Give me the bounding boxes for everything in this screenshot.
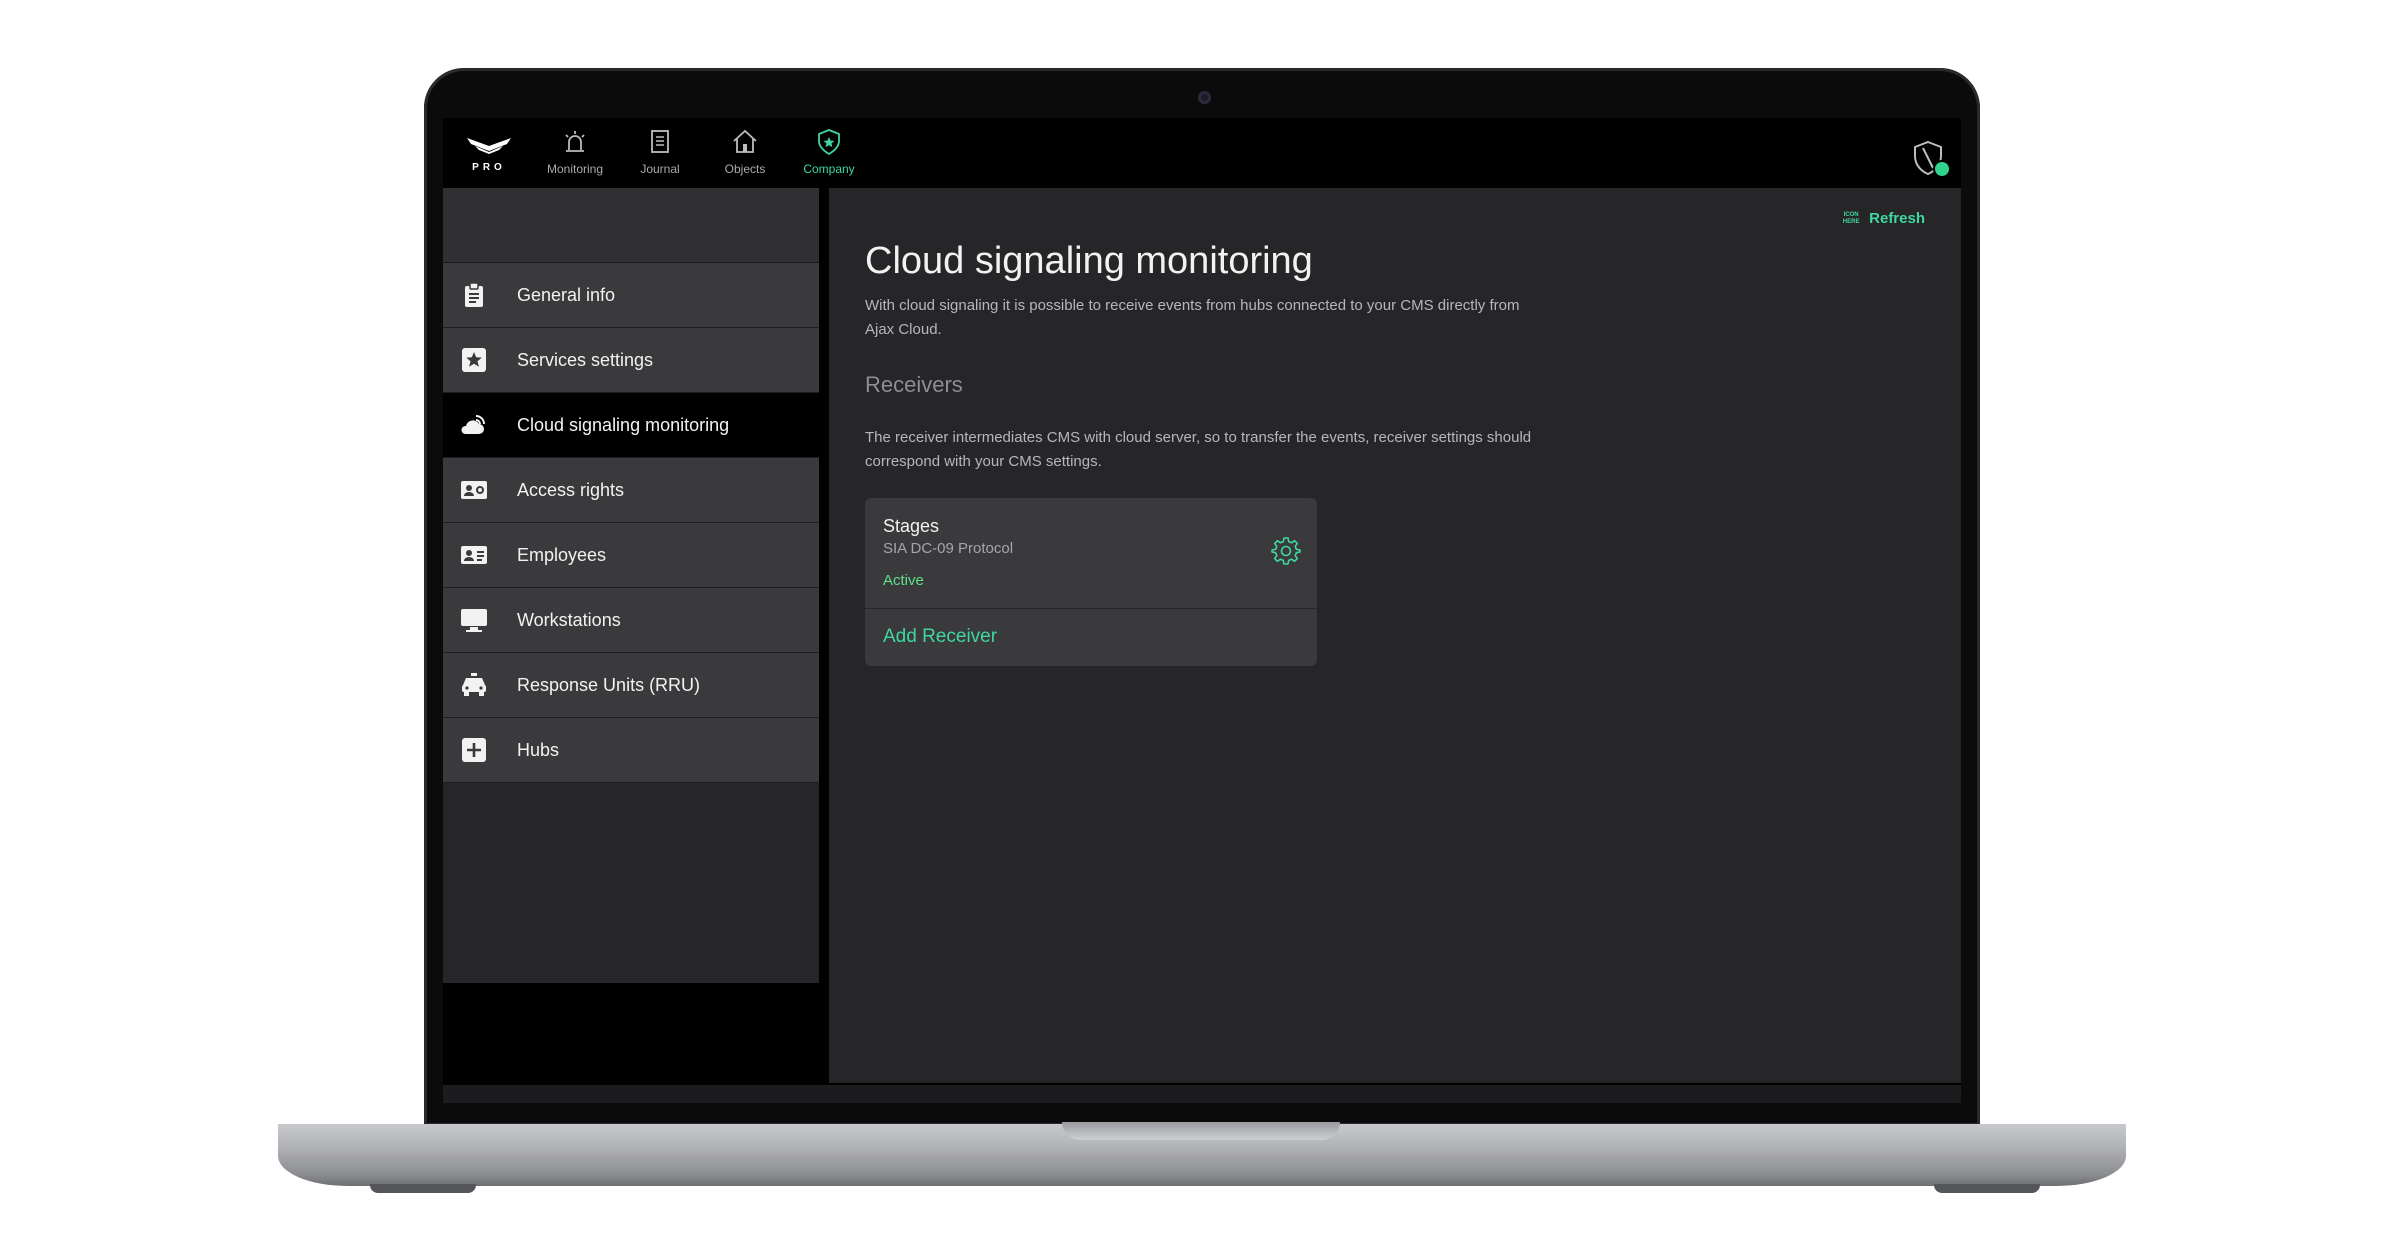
nav-label: Objects xyxy=(724,162,766,176)
refresh-label: Refresh xyxy=(1869,210,1925,227)
sidebar-item-services-settings[interactable]: Services settings xyxy=(443,328,819,393)
sidebar-item-label: Access rights xyxy=(517,479,625,500)
sidebar-item-label: Employees xyxy=(517,544,607,565)
nav-monitoring[interactable]: Monitoring xyxy=(533,128,617,184)
receivers-heading: Receivers xyxy=(865,372,963,397)
sidebar-item-label: Hubs xyxy=(517,739,560,760)
sidebar-item-label: Response Units (RRU) xyxy=(517,674,701,695)
receiver-name: Stages xyxy=(883,516,940,536)
refresh-icon: ICON HERE xyxy=(1842,211,1860,225)
receiver-item[interactable]: Stages SIA DC-09 Protocol Active xyxy=(865,498,1317,609)
employee-card-icon xyxy=(459,540,489,570)
id-card-icon xyxy=(459,475,489,505)
receiver-protocol: SIA DC-09 Protocol xyxy=(883,540,1014,557)
sidebar-header xyxy=(443,188,819,263)
journal-icon xyxy=(651,130,669,153)
sidebar-item-label: Workstations xyxy=(517,609,621,630)
receiver-card: Stages SIA DC-09 Protocol Active Add Rec… xyxy=(865,498,1317,666)
nav-label: Company xyxy=(803,162,855,176)
page-title: Cloud signaling monitoring xyxy=(865,240,1313,282)
sidebar: General info Services settings Cloud sig… xyxy=(443,188,819,983)
nav-company[interactable]: Company xyxy=(787,128,871,184)
sidebar-item-hubs[interactable]: Hubs xyxy=(443,718,819,783)
home-icon xyxy=(733,129,757,153)
siren-icon xyxy=(565,131,585,152)
page-description: With cloud signaling it is possible to r… xyxy=(865,297,1520,338)
app-screen: PRO Monitoring Journal Objects Company G… xyxy=(443,118,1961,1103)
car-icon xyxy=(459,670,489,700)
ajax-logo[interactable]: PRO xyxy=(461,132,517,182)
laptop-notch xyxy=(1062,1122,1340,1140)
sidebar-item-employees[interactable]: Employees xyxy=(443,523,819,588)
refresh-button[interactable]: ICON HERE Refresh xyxy=(1841,210,1925,227)
sidebar-item-access-rights[interactable]: Access rights xyxy=(443,458,819,523)
receivers-description: The receiver intermediates CMS with clou… xyxy=(865,429,1532,470)
screen-bottom-bar xyxy=(443,1085,1961,1103)
shield-star-icon xyxy=(818,129,840,156)
sidebar-item-workstations[interactable]: Workstations xyxy=(443,588,819,653)
monitor-icon xyxy=(459,605,489,635)
plus-square-icon xyxy=(459,735,489,765)
gear-icon[interactable] xyxy=(1271,536,1301,566)
laptop-foot-right xyxy=(1934,1184,2040,1193)
sidebar-item-label: General info xyxy=(517,284,616,305)
nav-objects[interactable]: Objects xyxy=(703,128,787,184)
sidebar-item-label: Services settings xyxy=(517,349,654,370)
top-navigation: PRO Monitoring Journal Objects Company xyxy=(443,118,1961,188)
camera-icon xyxy=(1198,91,1211,104)
sidebar-item-label: Cloud signaling monitoring xyxy=(517,414,730,435)
nav-label: Journal xyxy=(640,162,680,176)
sidebar-item-response-units[interactable]: Response Units (RRU) xyxy=(443,653,819,718)
cloud-signal-icon xyxy=(459,410,489,440)
sidebar-item-cloud-signaling[interactable]: Cloud signaling monitoring xyxy=(443,393,819,458)
laptop-foot-left xyxy=(370,1184,476,1193)
nav-label: Monitoring xyxy=(546,162,604,176)
logo-label: PRO xyxy=(472,162,506,173)
main-panel: ICON HERE Refresh Cloud signaling monito… xyxy=(829,188,1961,1083)
receiver-status: Active xyxy=(883,572,924,589)
star-icon xyxy=(459,345,489,375)
clipboard-icon xyxy=(459,280,489,310)
nav-journal[interactable]: Journal xyxy=(618,128,702,184)
connection-status-dot xyxy=(1935,162,1949,176)
sidebar-item-general-info[interactable]: General info xyxy=(443,263,819,328)
add-receiver-button[interactable]: Add Receiver xyxy=(883,626,997,648)
